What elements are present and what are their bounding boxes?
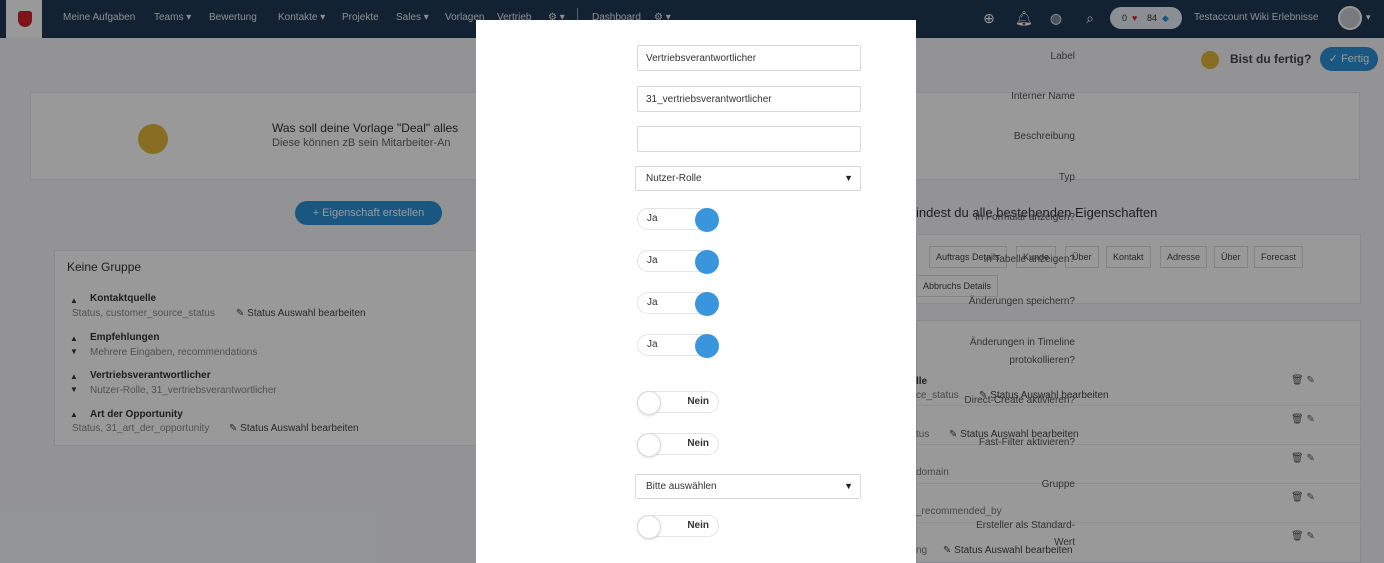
label-input[interactable] xyxy=(637,45,861,71)
toggle-knob xyxy=(637,433,661,457)
timeline-log-label-line1: Änderungen in Timeline xyxy=(969,337,1075,348)
toggle-state-label: Ja xyxy=(647,213,658,224)
direct-create-toggle[interactable]: Nein xyxy=(637,391,719,415)
type-select-value: Nutzer-Rolle xyxy=(646,173,702,184)
toggle-state-label: Nein xyxy=(687,396,709,407)
toggle-knob xyxy=(695,250,719,274)
dropdown-arrow-icon: ▼ xyxy=(844,173,853,183)
fast-filter-label: Fast-Filter aktivieren? xyxy=(978,437,1075,448)
toggle-state-label: Ja xyxy=(647,339,658,350)
group-select[interactable]: Bitte auswählen ▼ xyxy=(635,474,861,499)
toggle-state-label: Ja xyxy=(647,297,658,308)
toggle-knob xyxy=(695,334,719,358)
save-changes-toggle[interactable]: Ja xyxy=(637,292,719,316)
group-select-value: Bitte auswählen xyxy=(646,481,717,492)
toggle-knob xyxy=(695,292,719,316)
show-in-table-label: In Tabelle anzeigen? xyxy=(983,254,1075,265)
toggle-knob xyxy=(637,515,661,539)
type-label: Typ xyxy=(1058,172,1075,183)
fast-filter-toggle[interactable]: Nein xyxy=(637,433,719,457)
dropdown-arrow-icon: ▼ xyxy=(844,481,853,491)
toggle-knob xyxy=(695,208,719,232)
type-select[interactable]: Nutzer-Rolle ▼ xyxy=(635,166,861,191)
toggle-state-label: Nein xyxy=(687,438,709,449)
show-in-form-toggle[interactable]: Ja xyxy=(637,208,719,232)
group-label: Gruppe xyxy=(1041,479,1075,490)
creator-default-label-line2: Wert xyxy=(1054,537,1075,548)
direct-create-label: Direct-Create aktivieren? xyxy=(964,395,1075,406)
toggle-state-label: Ja xyxy=(647,255,658,266)
save-changes-label: Änderungen speichern? xyxy=(968,296,1075,307)
internal-name-input[interactable] xyxy=(637,86,861,112)
show-in-table-toggle[interactable]: Ja xyxy=(637,250,719,274)
toggle-knob xyxy=(637,391,661,415)
description-input[interactable] xyxy=(637,126,861,152)
timeline-log-label-line2: protokollieren? xyxy=(1009,355,1075,366)
internal-name-label: Interner Name xyxy=(1011,91,1075,102)
timeline-log-toggle[interactable]: Ja xyxy=(637,334,719,358)
description-label: Beschreibung xyxy=(1013,131,1075,142)
toggle-state-label: Nein xyxy=(687,520,709,531)
show-in-form-label: In Formular anzeigen? xyxy=(974,212,1075,223)
label-field-label: Label xyxy=(1050,51,1075,62)
creator-default-toggle[interactable]: Nein xyxy=(637,515,719,539)
creator-default-label-line1: Ersteller als Standard- xyxy=(976,520,1075,531)
